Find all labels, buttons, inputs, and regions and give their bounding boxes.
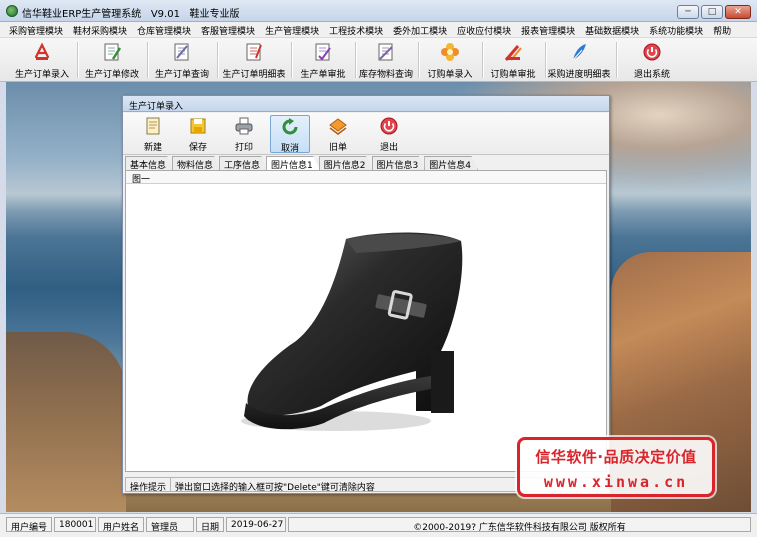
main-toolbar: 生产订单录入 生产订单修改 生产订单查询 生产订单明细表 生产单审批 库存物料查… [0, 38, 757, 82]
menu-engineering[interactable]: 工程技术模块 [324, 22, 388, 37]
menu-outsourcing[interactable]: 委外加工模块 [388, 22, 452, 37]
child-toolbar: 新建 保存 打印 取消 旧单 退出 [123, 113, 609, 155]
feather-icon [569, 42, 589, 62]
hint-text: 弹出窗口选择的输入框可按"Delete"键可清除内容 [175, 483, 375, 493]
copyright-text: ©2000-2019? 广东信华软件科技有限公司 版权所有 [288, 517, 751, 533]
shoe-image [226, 211, 486, 454]
purchase-order-entry-button[interactable]: 订购单录入 [421, 40, 479, 80]
production-order-entry-button[interactable]: 生产订单录入 [10, 40, 74, 80]
detail-doc-icon [244, 42, 264, 62]
production-order-approve-button[interactable]: 生产单审批 [294, 40, 352, 80]
exit-icon [642, 42, 662, 62]
menu-receivables-payables[interactable]: 应收应付模块 [452, 22, 516, 37]
hint-label: 操作提示 [126, 478, 172, 493]
minimize-button[interactable]: ─ [677, 5, 699, 19]
old-order-icon [327, 116, 349, 136]
close-button[interactable]: ✕ [725, 5, 751, 19]
inventory-icon [376, 42, 396, 62]
purchase-progress-detail-button[interactable]: 采购进度明细表 [545, 40, 613, 80]
tab-basic-info[interactable]: 基本信息 [125, 156, 174, 170]
menu-bar: 采购管理模块 鞋材采购模块 仓库管理模块 客服管理模块 生产管理模块 工程技术模… [0, 22, 757, 38]
brand-stamp: 信华软件·品质决定价值 www.xinwa.cn [517, 437, 715, 497]
production-order-edit-button[interactable]: 生产订单修改 [80, 40, 144, 80]
user-name-value: 管理员 [146, 517, 194, 533]
tab-material-info[interactable]: 物料信息 [172, 156, 221, 170]
stamp-website: www.xinwa.cn [543, 473, 689, 491]
production-order-detail-button[interactable]: 生产订单明细表 [220, 40, 288, 80]
new-button[interactable]: 新建 [133, 115, 173, 153]
exit-icon [378, 116, 400, 136]
menu-purchase[interactable]: 采购管理模块 [4, 22, 68, 37]
child-window-title: 生产订单录入 [123, 96, 609, 112]
tab-image-info-3[interactable]: 图片信息3 [371, 156, 426, 170]
date-value: 2019-06-27 [226, 517, 286, 532]
old-order-button[interactable]: 旧单 [318, 115, 358, 153]
exit-system-button[interactable]: 退出系统 [623, 40, 681, 80]
menu-warehouse[interactable]: 仓库管理模块 [132, 22, 196, 37]
flower-icon [440, 42, 460, 62]
menu-production[interactable]: 生产管理模块 [260, 22, 324, 37]
tab-image-info-1[interactable]: 图片信息1 [266, 156, 320, 170]
save-icon [187, 116, 209, 136]
cancel-button[interactable]: 取消 [270, 115, 310, 154]
user-id-label: 用户编号 [6, 517, 52, 533]
tab-strip: 基本信息 物料信息 工序信息 图片信息1 图片信息2 图片信息3 图片信息4 [125, 156, 609, 170]
image-panel-label: 图一 [126, 171, 606, 185]
menu-help[interactable]: 帮助 [708, 22, 736, 37]
edit-doc-icon [102, 42, 122, 62]
new-doc-icon [142, 116, 164, 136]
app-logo-icon [6, 5, 18, 17]
status-bar: 用户编号 180001 用户姓名 管理员 日期 2019-06-27 ©2000… [0, 513, 757, 537]
menu-reports[interactable]: 报表管理模块 [516, 22, 580, 37]
pdf-icon [32, 42, 52, 62]
tab-process-info[interactable]: 工序信息 [219, 156, 268, 170]
production-order-query-button[interactable]: 生产订单查询 [150, 40, 214, 80]
exit-button[interactable]: 退出 [369, 115, 409, 153]
approve-doc-icon [313, 42, 333, 62]
user-name-label: 用户姓名 [98, 517, 144, 533]
print-button[interactable]: 打印 [224, 115, 264, 153]
purchase-order-approve-button[interactable]: 订购单审批 [484, 40, 542, 80]
title-bar: 信华鞋业ERP生产管理系统 V9.01 鞋业专业版 ─ □ ✕ [0, 0, 757, 22]
menu-shoe-material-purchase[interactable]: 鞋材采购模块 [68, 22, 132, 37]
maximize-button[interactable]: □ [701, 5, 723, 19]
menu-customer-service[interactable]: 客服管理模块 [196, 22, 260, 37]
query-doc-icon [172, 42, 192, 62]
menu-base-data[interactable]: 基础数据模块 [580, 22, 644, 37]
menu-system[interactable]: 系统功能模块 [644, 22, 708, 37]
cancel-icon [279, 117, 301, 137]
tab-image-info-2[interactable]: 图片信息2 [318, 156, 373, 170]
user-id-value: 180001 [54, 517, 96, 532]
tab-image-info-4[interactable]: 图片信息4 [424, 156, 478, 170]
window-title: 信华鞋业ERP生产管理系统 V9.01 鞋业专业版 [22, 9, 240, 20]
print-icon [233, 116, 255, 136]
image-panel: 图一 [125, 170, 607, 472]
save-button[interactable]: 保存 [178, 115, 218, 153]
inventory-query-button[interactable]: 库存物料查询 [357, 40, 415, 80]
pen-icon [503, 42, 523, 62]
stamp-slogan: 信华软件·品质决定价值 [535, 448, 697, 466]
date-label: 日期 [196, 517, 224, 533]
production-order-entry-window: 生产订单录入 新建 保存 打印 取消 旧单 退出 基本信息 物料信息 工序信息 [122, 95, 610, 494]
